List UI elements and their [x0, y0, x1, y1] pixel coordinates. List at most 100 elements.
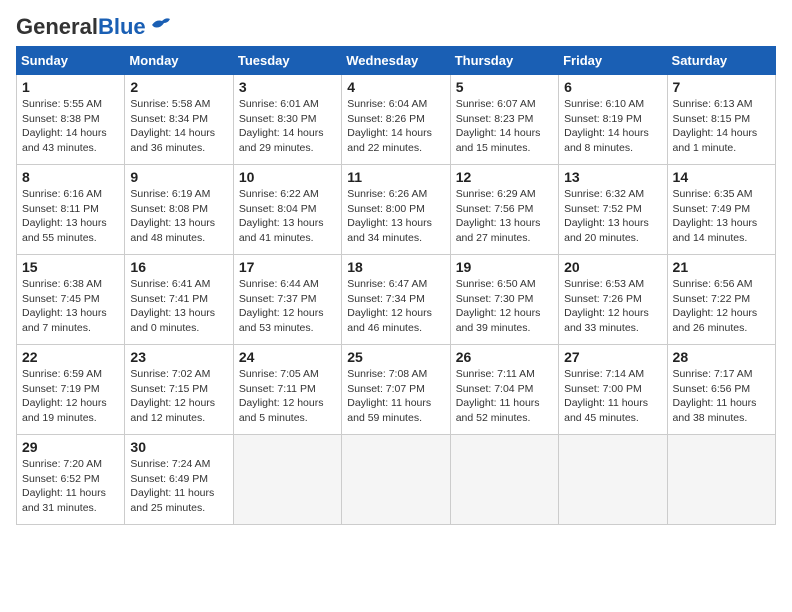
- day-info: Sunrise: 6:32 AM Sunset: 7:52 PM Dayligh…: [564, 187, 661, 246]
- day-number: 13: [564, 169, 661, 185]
- calendar-cell: 12Sunrise: 6:29 AM Sunset: 7:56 PM Dayli…: [450, 165, 558, 255]
- day-info: Sunrise: 5:55 AM Sunset: 8:38 PM Dayligh…: [22, 97, 119, 156]
- week-row-4: 22 Sunrise: 6:59 AM Sunset: 7:19 PM Dayli…: [17, 345, 776, 435]
- day-info: Sunrise: 6:44 AM Sunset: 7:37 PM Dayligh…: [239, 277, 336, 336]
- day-number: 28: [673, 349, 770, 365]
- day-number: 16: [130, 259, 227, 275]
- calendar-cell: 15 Sunrise: 6:38 AM Sunset: 7:45 PM Dayli…: [17, 255, 125, 345]
- calendar-cell: 24 Sunrise: 7:05 AM Sunset: 7:11 PM Dayli…: [233, 345, 341, 435]
- day-info: Sunrise: 7:24 AM Sunset: 6:49 PM Dayligh…: [130, 457, 227, 516]
- calendar-cell: [559, 435, 667, 525]
- calendar-header-row: SundayMondayTuesdayWednesdayThursdayFrid…: [17, 47, 776, 75]
- day-info: Sunrise: 6:22 AM Sunset: 8:04 PM Dayligh…: [239, 187, 336, 246]
- column-header-friday: Friday: [559, 47, 667, 75]
- day-info: Sunrise: 6:04 AM Sunset: 8:26 PM Dayligh…: [347, 97, 444, 156]
- day-info: Sunrise: 7:17 AM Sunset: 6:56 PM Dayligh…: [673, 367, 770, 426]
- day-number: 14: [673, 169, 770, 185]
- day-info: Sunrise: 6:01 AM Sunset: 8:30 PM Dayligh…: [239, 97, 336, 156]
- day-number: 22: [22, 349, 119, 365]
- day-number: 4: [347, 79, 444, 95]
- day-info: Sunrise: 7:20 AM Sunset: 6:52 PM Dayligh…: [22, 457, 119, 516]
- day-number: 18: [347, 259, 444, 275]
- day-number: 5: [456, 79, 553, 95]
- day-number: 23: [130, 349, 227, 365]
- day-info: Sunrise: 6:19 AM Sunset: 8:08 PM Dayligh…: [130, 187, 227, 246]
- week-row-2: 8 Sunrise: 6:16 AM Sunset: 8:11 PM Daylig…: [17, 165, 776, 255]
- calendar-cell: 2 Sunrise: 5:58 AM Sunset: 8:34 PM Daylig…: [125, 75, 233, 165]
- day-info: Sunrise: 6:38 AM Sunset: 7:45 PM Dayligh…: [22, 277, 119, 336]
- logo-text: GeneralBlue: [16, 16, 146, 38]
- day-number: 15: [22, 259, 119, 275]
- calendar-cell: 11 Sunrise: 6:26 AM Sunset: 8:00 PM Dayli…: [342, 165, 450, 255]
- day-info: Sunrise: 7:11 AM Sunset: 7:04 PM Dayligh…: [456, 367, 553, 426]
- day-info: Sunrise: 6:41 AM Sunset: 7:41 PM Dayligh…: [130, 277, 227, 336]
- day-info: Sunrise: 7:08 AM Sunset: 7:07 PM Dayligh…: [347, 367, 444, 426]
- day-info: Sunrise: 6:16 AM Sunset: 8:11 PM Dayligh…: [22, 187, 119, 246]
- calendar-cell: [342, 435, 450, 525]
- day-info: Sunrise: 6:59 AM Sunset: 7:19 PM Dayligh…: [22, 367, 119, 426]
- day-info: Sunrise: 6:13 AM Sunset: 8:15 PM Dayligh…: [673, 97, 770, 156]
- column-header-wednesday: Wednesday: [342, 47, 450, 75]
- calendar-cell: 14 Sunrise: 6:35 AM Sunset: 7:49 PM Dayli…: [667, 165, 775, 255]
- calendar-cell: [667, 435, 775, 525]
- column-header-saturday: Saturday: [667, 47, 775, 75]
- day-number: 24: [239, 349, 336, 365]
- day-info: Sunrise: 6:56 AM Sunset: 7:22 PM Dayligh…: [673, 277, 770, 336]
- day-info: Sunrise: 6:26 AM Sunset: 8:00 PM Dayligh…: [347, 187, 444, 246]
- calendar-cell: 26 Sunrise: 7:11 AM Sunset: 7:04 PM Dayli…: [450, 345, 558, 435]
- column-header-thursday: Thursday: [450, 47, 558, 75]
- day-number: 17: [239, 259, 336, 275]
- week-row-1: 1 Sunrise: 5:55 AM Sunset: 8:38 PM Daylig…: [17, 75, 776, 165]
- calendar-cell: 13 Sunrise: 6:32 AM Sunset: 7:52 PM Dayli…: [559, 165, 667, 255]
- calendar-cell: 30 Sunrise: 7:24 AM Sunset: 6:49 PM Dayli…: [125, 435, 233, 525]
- week-row-5: 29 Sunrise: 7:20 AM Sunset: 6:52 PM Dayli…: [17, 435, 776, 525]
- day-number: 1: [22, 79, 119, 95]
- calendar-cell: 16 Sunrise: 6:41 AM Sunset: 7:41 PM Dayli…: [125, 255, 233, 345]
- calendar-cell: 6 Sunrise: 6:10 AM Sunset: 8:19 PM Daylig…: [559, 75, 667, 165]
- day-info: Sunrise: 6:07 AM Sunset: 8:23 PM Dayligh…: [456, 97, 553, 156]
- calendar-cell: 5 Sunrise: 6:07 AM Sunset: 8:23 PM Daylig…: [450, 75, 558, 165]
- day-info: Sunrise: 6:50 AM Sunset: 7:30 PM Dayligh…: [456, 277, 553, 336]
- day-number: 27: [564, 349, 661, 365]
- calendar-cell: [450, 435, 558, 525]
- day-number: 2: [130, 79, 227, 95]
- calendar-cell: 18 Sunrise: 6:47 AM Sunset: 7:34 PM Dayli…: [342, 255, 450, 345]
- calendar-cell: 17 Sunrise: 6:44 AM Sunset: 7:37 PM Dayli…: [233, 255, 341, 345]
- calendar-cell: 20 Sunrise: 6:53 AM Sunset: 7:26 PM Dayli…: [559, 255, 667, 345]
- day-info: Sunrise: 6:35 AM Sunset: 7:49 PM Dayligh…: [673, 187, 770, 246]
- calendar-cell: [233, 435, 341, 525]
- week-row-3: 15 Sunrise: 6:38 AM Sunset: 7:45 PM Dayli…: [17, 255, 776, 345]
- calendar-cell: 3Sunrise: 6:01 AM Sunset: 8:30 PM Daylig…: [233, 75, 341, 165]
- day-info: Sunrise: 6:10 AM Sunset: 8:19 PM Dayligh…: [564, 97, 661, 156]
- calendar-cell: 23Sunrise: 7:02 AM Sunset: 7:15 PM Dayli…: [125, 345, 233, 435]
- calendar-cell: 1 Sunrise: 5:55 AM Sunset: 8:38 PM Daylig…: [17, 75, 125, 165]
- calendar-cell: 27Sunrise: 7:14 AM Sunset: 7:00 PM Dayli…: [559, 345, 667, 435]
- day-info: Sunrise: 7:05 AM Sunset: 7:11 PM Dayligh…: [239, 367, 336, 426]
- logo: GeneralBlue: [16, 16, 172, 38]
- page-header: GeneralBlue: [16, 16, 776, 38]
- calendar-cell: 7 Sunrise: 6:13 AM Sunset: 8:15 PM Daylig…: [667, 75, 775, 165]
- day-number: 11: [347, 169, 444, 185]
- calendar-table: SundayMondayTuesdayWednesdayThursdayFrid…: [16, 46, 776, 525]
- day-number: 19: [456, 259, 553, 275]
- calendar-cell: 19 Sunrise: 6:50 AM Sunset: 7:30 PM Dayli…: [450, 255, 558, 345]
- logo-bird-icon: [150, 15, 172, 33]
- day-number: 26: [456, 349, 553, 365]
- calendar-cell: 8 Sunrise: 6:16 AM Sunset: 8:11 PM Daylig…: [17, 165, 125, 255]
- day-info: Sunrise: 6:53 AM Sunset: 7:26 PM Dayligh…: [564, 277, 661, 336]
- calendar-cell: 21Sunrise: 6:56 AM Sunset: 7:22 PM Dayli…: [667, 255, 775, 345]
- calendar-cell: 9 Sunrise: 6:19 AM Sunset: 8:08 PM Daylig…: [125, 165, 233, 255]
- calendar-cell: 25Sunrise: 7:08 AM Sunset: 7:07 PM Dayli…: [342, 345, 450, 435]
- day-info: Sunrise: 5:58 AM Sunset: 8:34 PM Dayligh…: [130, 97, 227, 156]
- day-number: 29: [22, 439, 119, 455]
- day-number: 7: [673, 79, 770, 95]
- day-info: Sunrise: 6:47 AM Sunset: 7:34 PM Dayligh…: [347, 277, 444, 336]
- calendar-cell: 10Sunrise: 6:22 AM Sunset: 8:04 PM Dayli…: [233, 165, 341, 255]
- calendar-cell: 22 Sunrise: 6:59 AM Sunset: 7:19 PM Dayli…: [17, 345, 125, 435]
- day-number: 9: [130, 169, 227, 185]
- calendar-cell: 28 Sunrise: 7:17 AM Sunset: 6:56 PM Dayli…: [667, 345, 775, 435]
- day-number: 30: [130, 439, 227, 455]
- day-number: 20: [564, 259, 661, 275]
- day-number: 6: [564, 79, 661, 95]
- day-number: 8: [22, 169, 119, 185]
